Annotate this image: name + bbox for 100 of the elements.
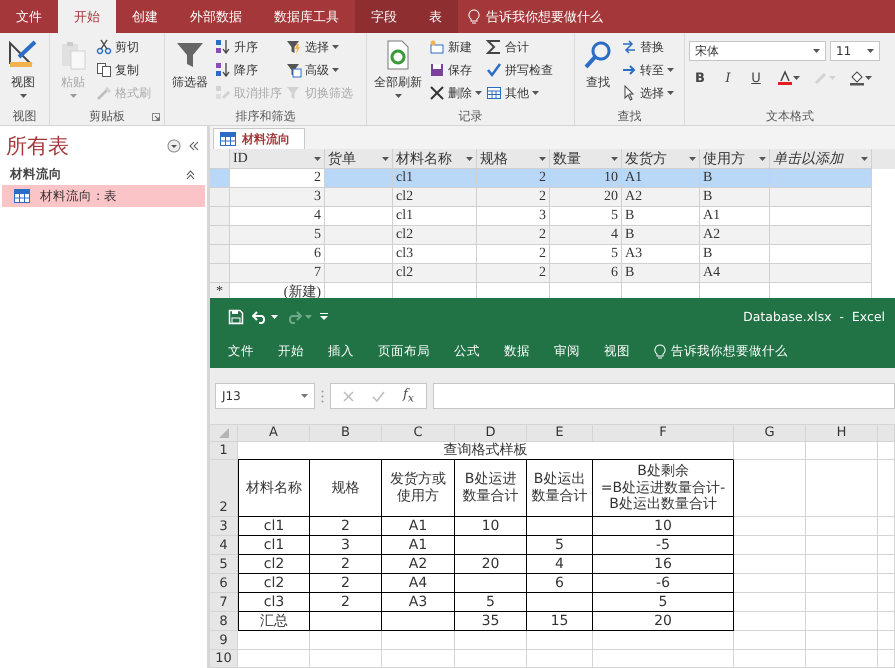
sheet-cell bbox=[310, 631, 382, 650]
ribbon-button[interactable]: 升序 bbox=[215, 37, 282, 57]
ribbon-button[interactable]: 剪切 bbox=[96, 37, 151, 57]
record-selector[interactable] bbox=[210, 245, 230, 264]
record-selector[interactable] bbox=[210, 188, 230, 207]
ribbon-button[interactable]: 合计 bbox=[486, 37, 553, 57]
ribbon-button[interactable]: 降序 bbox=[215, 60, 282, 80]
select-all-corner[interactable] bbox=[210, 149, 230, 169]
redo-button[interactable] bbox=[286, 310, 312, 324]
column-header[interactable]: 规格 bbox=[477, 149, 550, 169]
sheet-cell: 2 bbox=[310, 517, 382, 536]
ribbon-tab[interactable]: 数据库工具 bbox=[258, 0, 355, 33]
tell-me-button[interactable]: 告诉我你想要做什么 bbox=[458, 0, 613, 33]
collapse-pane-button[interactable] bbox=[189, 141, 199, 151]
column-header[interactable]: 数量 bbox=[550, 149, 622, 169]
column-header[interactable]: 使用方 bbox=[700, 149, 770, 169]
expand-toggle[interactable] bbox=[186, 170, 195, 180]
column-header[interactable]: 发货方 bbox=[622, 149, 700, 169]
name-box[interactable]: J13 bbox=[215, 383, 315, 409]
record-selector[interactable] bbox=[210, 169, 230, 188]
record-selector[interactable] bbox=[210, 207, 230, 226]
ribbon-button[interactable]: 高级 bbox=[286, 60, 353, 80]
nav-item[interactable]: 材料流向 : 表 bbox=[2, 185, 205, 207]
ribbon-button[interactable]: 复制 bbox=[96, 60, 151, 80]
ribbon-button[interactable]: 拼写检查 bbox=[486, 60, 553, 80]
column-header[interactable]: ID bbox=[230, 149, 325, 169]
ribbon-tab[interactable]: 文件 bbox=[0, 0, 58, 33]
font-dropdown[interactable]: 宋体 bbox=[689, 41, 826, 61]
column-header[interactable]: H bbox=[806, 425, 878, 442]
ribbon-button[interactable]: 删除 bbox=[429, 83, 482, 103]
sheet-cell: A1 bbox=[382, 517, 455, 536]
ribbon-tab[interactable]: 表 bbox=[413, 0, 458, 33]
row-header[interactable]: 6 bbox=[210, 574, 238, 593]
ribbon-button[interactable]: 转至 bbox=[621, 60, 674, 80]
sheet-cell bbox=[806, 517, 878, 536]
caret-icon bbox=[759, 156, 766, 160]
ribbon-button[interactable]: 替换 bbox=[621, 37, 674, 57]
row-header[interactable]: 5 bbox=[210, 555, 238, 574]
column-header[interactable]: B bbox=[310, 425, 382, 442]
insert-function-button[interactable]: f$_{x}$ bbox=[403, 387, 414, 405]
caret-icon bbox=[382, 156, 389, 160]
ribbon-tab[interactable]: 页面布局 bbox=[366, 335, 442, 368]
row-header[interactable]: 4 bbox=[210, 536, 238, 555]
ribbon-button[interactable]: 选择 bbox=[286, 37, 353, 57]
ribbon-button[interactable]: 全部刷新 bbox=[371, 37, 425, 107]
ribbon-tab[interactable]: 数据 bbox=[492, 335, 542, 368]
column-header[interactable]: 单击以添加 bbox=[770, 149, 872, 169]
format-button[interactable]: U bbox=[745, 67, 767, 89]
ribbon-tab[interactable]: 插入 bbox=[316, 335, 366, 368]
row-header[interactable]: 9 bbox=[210, 631, 238, 650]
format-button[interactable]: B bbox=[689, 67, 711, 89]
row-header[interactable]: 10 bbox=[210, 650, 238, 668]
ribbon-button[interactable]: 其他 bbox=[486, 83, 553, 103]
ribbon-tab[interactable]: 创建 bbox=[116, 0, 174, 33]
enter-button[interactable] bbox=[372, 390, 385, 402]
ribbon-button[interactable]: 筛选器 bbox=[169, 37, 211, 107]
record-selector[interactable] bbox=[210, 226, 230, 245]
customize-button[interactable] bbox=[320, 313, 328, 320]
column-header[interactable]: C bbox=[382, 425, 455, 442]
font-size-dropdown[interactable]: 11 bbox=[830, 41, 880, 61]
ribbon-button[interactable]: 保存 bbox=[429, 60, 482, 80]
nav-menu-button[interactable] bbox=[167, 139, 181, 153]
column-header[interactable]: 货单 bbox=[325, 149, 393, 169]
ribbon-button[interactable]: 新建 bbox=[429, 37, 482, 57]
column-header[interactable]: G bbox=[734, 425, 806, 442]
caret-icon bbox=[667, 68, 674, 72]
undo-button[interactable] bbox=[252, 310, 278, 324]
table-cell: 10 bbox=[550, 169, 622, 188]
ribbon-tab[interactable]: 审阅 bbox=[542, 335, 592, 368]
column-header[interactable]: E bbox=[527, 425, 593, 442]
table-cell: B bbox=[700, 169, 770, 188]
ribbon-tab[interactable]: 文件 bbox=[216, 335, 266, 368]
record-selector[interactable] bbox=[210, 264, 230, 283]
row-header[interactable]: 3 bbox=[210, 517, 238, 536]
row-header[interactable]: 7 bbox=[210, 593, 238, 612]
ribbon-button[interactable]: 选择 bbox=[621, 83, 674, 103]
ribbon-tab[interactable]: 公式 bbox=[442, 335, 492, 368]
column-header[interactable]: F bbox=[593, 425, 734, 442]
ribbon-tab[interactable]: 开始 bbox=[58, 0, 116, 33]
sheet-cell bbox=[806, 574, 878, 593]
ribbon-button[interactable]: 查找 bbox=[579, 37, 617, 107]
column-header[interactable]: D bbox=[455, 425, 527, 442]
ribbon-tab[interactable]: 视图 bbox=[592, 335, 642, 368]
save-button[interactable] bbox=[228, 308, 244, 324]
document-tab[interactable]: 材料流向 bbox=[213, 128, 305, 149]
ribbon-tab[interactable]: 外部数据 bbox=[174, 0, 258, 33]
column-header[interactable] bbox=[878, 425, 895, 442]
column-header[interactable]: A bbox=[238, 425, 310, 442]
formula-field[interactable] bbox=[432, 383, 895, 409]
funnel-lightning-icon bbox=[286, 39, 302, 55]
cancel-button[interactable] bbox=[343, 390, 354, 402]
tell-me-button[interactable]: 告诉我你想要做什么 bbox=[642, 335, 800, 368]
format-button[interactable]: I bbox=[717, 67, 739, 89]
column-header[interactable]: 材料名称 bbox=[393, 149, 477, 169]
ribbon-button[interactable]: 视图 bbox=[4, 37, 42, 107]
ribbon-tab[interactable]: 开始 bbox=[266, 335, 316, 368]
row-header[interactable]: 2 bbox=[210, 460, 238, 517]
row-header[interactable]: 1 bbox=[210, 442, 238, 460]
ribbon-tab[interactable]: 字段 bbox=[355, 0, 413, 33]
row-header[interactable]: 8 bbox=[210, 612, 238, 631]
